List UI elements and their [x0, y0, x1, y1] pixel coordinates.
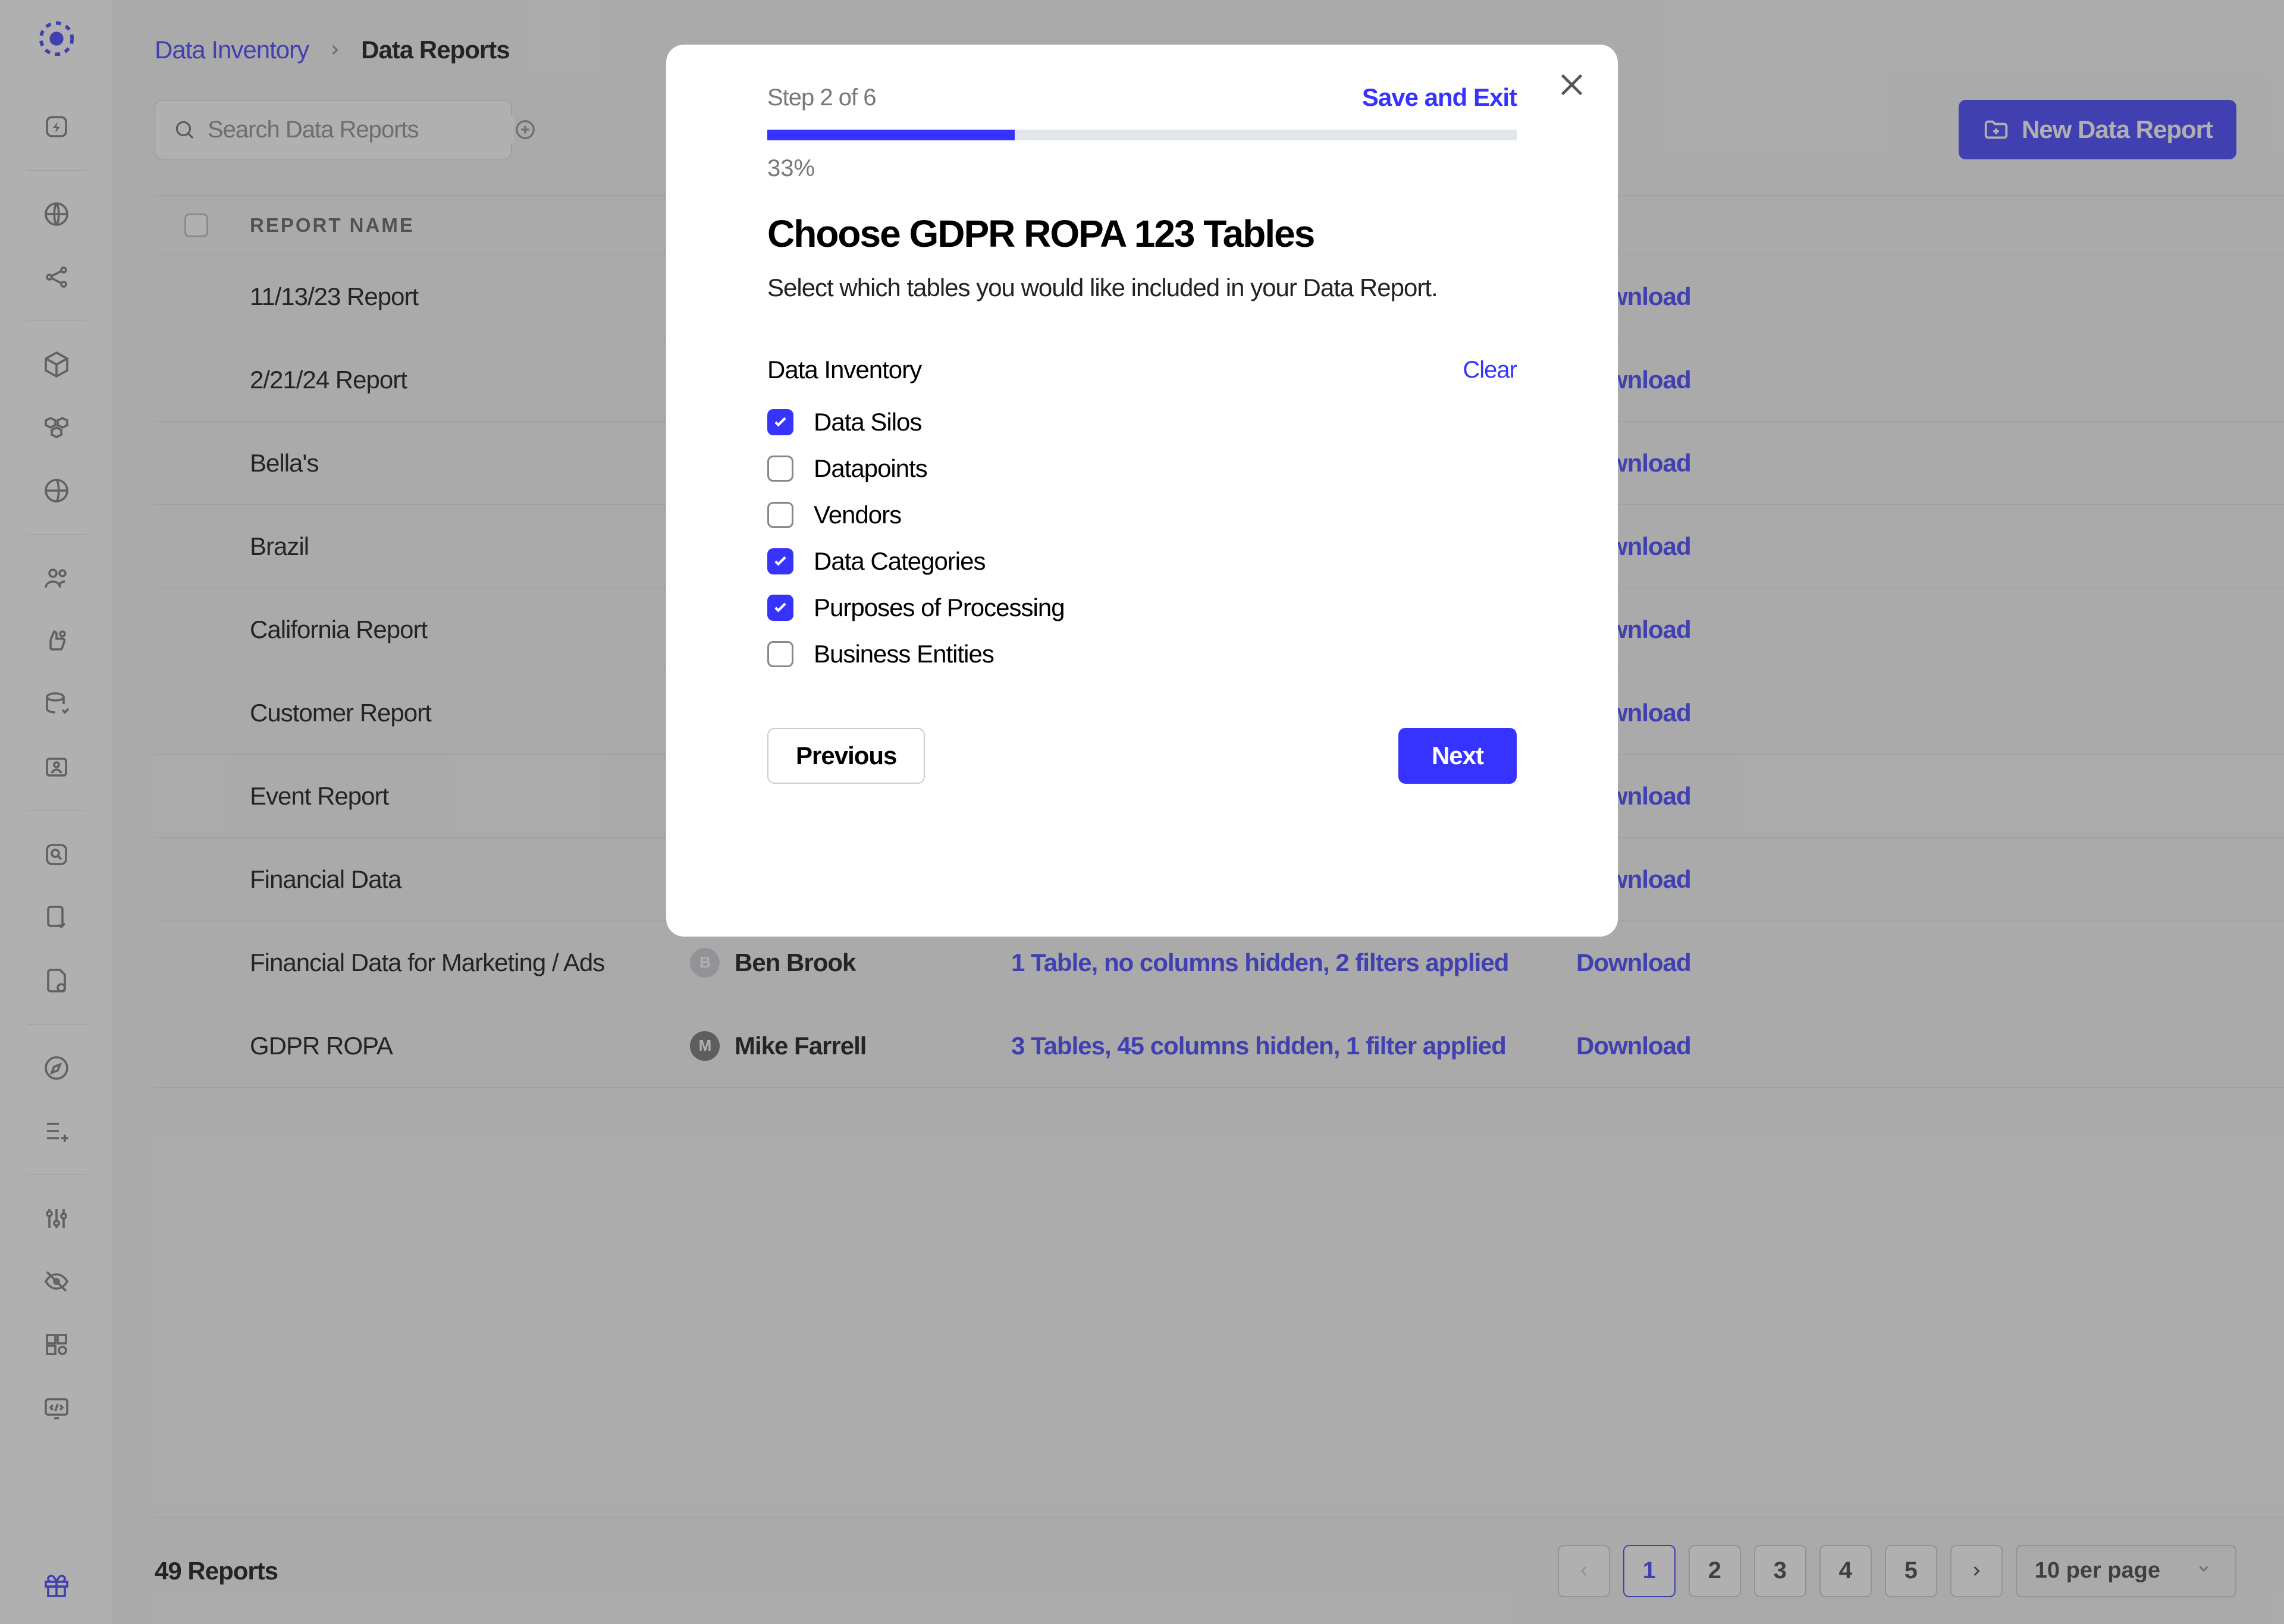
- checkbox-checked-icon[interactable]: [767, 595, 793, 621]
- checkbox-checked-icon[interactable]: [767, 409, 793, 435]
- next-button[interactable]: Next: [1398, 728, 1517, 784]
- checkbox-label: Datapoints: [814, 454, 927, 483]
- checkbox-unchecked-icon[interactable]: [767, 641, 793, 667]
- step-label: Step 2 of 6: [767, 84, 876, 111]
- modal-choose-tables: Step 2 of 6 Save and Exit 33% Choose GDP…: [666, 45, 1618, 937]
- progress-fill: [767, 130, 1015, 140]
- checkbox-label: Purposes of Processing: [814, 593, 1065, 622]
- checkbox-option[interactable]: Datapoints: [767, 454, 1517, 483]
- modal-subtitle: Select which tables you would like inclu…: [767, 274, 1517, 302]
- checkbox-option[interactable]: Vendors: [767, 501, 1517, 529]
- checkbox-option[interactable]: Purposes of Processing: [767, 593, 1517, 622]
- checkbox-unchecked-icon[interactable]: [767, 456, 793, 482]
- modal-title: Choose GDPR ROPA 123 Tables: [767, 212, 1517, 256]
- checkbox-label: Vendors: [814, 501, 901, 529]
- previous-button[interactable]: Previous: [767, 728, 925, 784]
- checkbox-label: Business Entities: [814, 640, 994, 668]
- save-and-exit-link[interactable]: Save and Exit: [1362, 83, 1517, 112]
- checkbox-label: Data Silos: [814, 408, 921, 436]
- modal-overlay[interactable]: Step 2 of 6 Save and Exit 33% Choose GDP…: [0, 0, 2284, 1624]
- checkbox-label: Data Categories: [814, 547, 986, 576]
- checkbox-option[interactable]: Data Silos: [767, 408, 1517, 436]
- checkbox-option[interactable]: Data Categories: [767, 547, 1517, 576]
- close-icon[interactable]: [1555, 68, 1588, 101]
- checkbox-checked-icon[interactable]: [767, 548, 793, 574]
- progress-bar: [767, 130, 1517, 140]
- clear-link[interactable]: Clear: [1463, 357, 1517, 384]
- checkbox-option[interactable]: Business Entities: [767, 640, 1517, 668]
- checkbox-unchecked-icon[interactable]: [767, 502, 793, 528]
- section-title: Data Inventory: [767, 356, 921, 384]
- percent-label: 33%: [767, 155, 1517, 182]
